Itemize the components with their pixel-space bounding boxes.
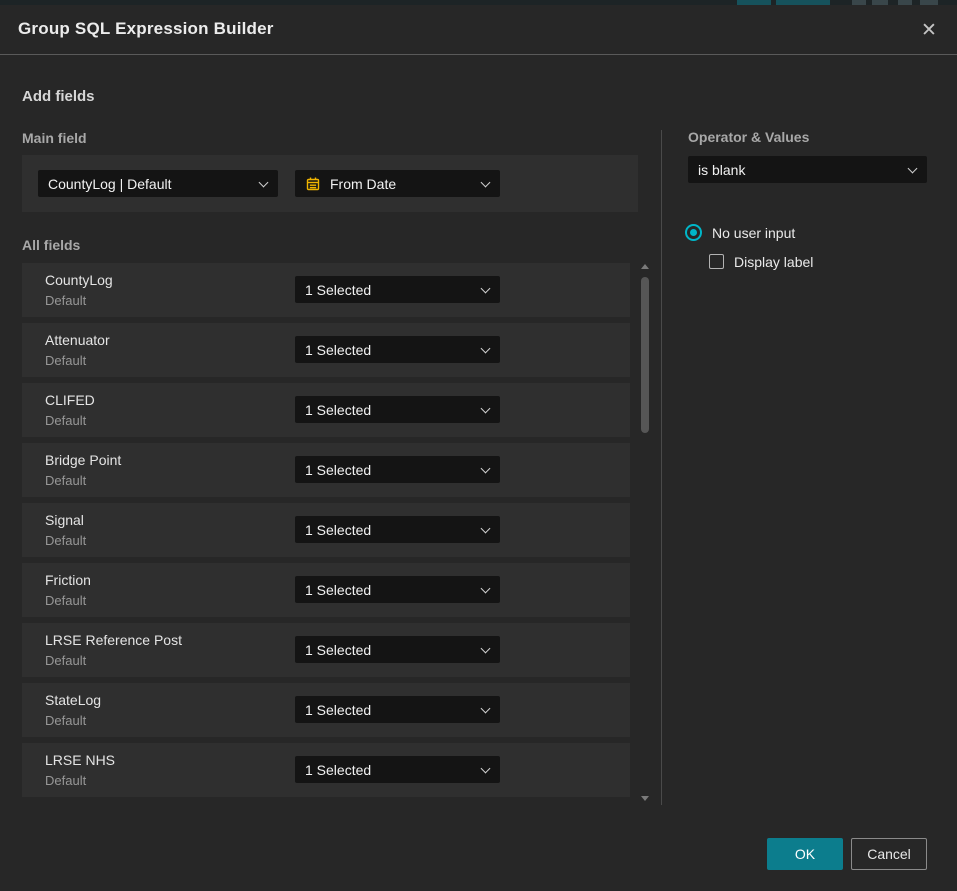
no-user-input-label: No user input (712, 225, 795, 241)
chevron-down-icon (481, 463, 491, 473)
main-field-source-value: CountyLog | Default (48, 176, 172, 192)
radio-selected-dot (690, 229, 697, 236)
field-selected-dropdown[interactable]: 1 Selected (295, 276, 500, 303)
field-name: Signal (45, 512, 84, 528)
field-name: LRSE Reference Post (45, 632, 182, 648)
scrollbar-down-arrow-icon[interactable] (641, 796, 649, 801)
field-row-statelog[interactable]: StateLog Default 1 Selected (22, 683, 630, 737)
field-sub: Default (45, 533, 86, 548)
field-sub: Default (45, 293, 86, 308)
field-sub: Default (45, 413, 86, 428)
field-sub: Default (45, 653, 86, 668)
main-field-field-select[interactable]: From Date (295, 170, 500, 197)
chevron-down-icon (481, 403, 491, 413)
main-field-panel: CountyLog | Default From Date (22, 155, 638, 212)
display-label-checkbox[interactable] (709, 254, 724, 269)
field-name: LRSE NHS (45, 752, 115, 768)
field-name: StateLog (45, 692, 101, 708)
dialog-titlebar: Group SQL Expression Builder ✕ (0, 5, 957, 55)
field-name: CLIFED (45, 392, 95, 408)
field-sub: Default (45, 353, 86, 368)
field-sub: Default (45, 473, 86, 488)
no-user-input-radio[interactable] (685, 224, 702, 241)
field-selected-dropdown[interactable]: 1 Selected (295, 336, 500, 363)
selected-count: 1 Selected (305, 762, 371, 778)
scrollbar-up-arrow-icon[interactable] (641, 264, 649, 269)
operator-value: is blank (698, 162, 745, 178)
chevron-down-icon (481, 583, 491, 593)
screen: Group SQL Expression Builder ✕ Add field… (0, 0, 957, 891)
chevron-down-icon (481, 523, 491, 533)
field-row-lrse-reference-post[interactable]: LRSE Reference Post Default 1 Selected (22, 623, 630, 677)
group-sql-expression-builder-dialog: Group SQL Expression Builder ✕ Add field… (0, 5, 957, 891)
field-row-bridge-point[interactable]: Bridge Point Default 1 Selected (22, 443, 630, 497)
cancel-button[interactable]: Cancel (851, 838, 927, 870)
field-selected-dropdown[interactable]: 1 Selected (295, 456, 500, 483)
chevron-down-icon (481, 703, 491, 713)
field-sub: Default (45, 713, 86, 728)
field-sub: Default (45, 773, 86, 788)
operator-values-heading: Operator & Values (688, 129, 809, 145)
field-selected-dropdown[interactable]: 1 Selected (295, 516, 500, 543)
field-row-signal[interactable]: Signal Default 1 Selected (22, 503, 630, 557)
display-label-text: Display label (734, 254, 813, 270)
chevron-down-icon (481, 643, 491, 653)
selected-count: 1 Selected (305, 702, 371, 718)
operator-select[interactable]: is blank (688, 156, 927, 183)
field-selected-dropdown[interactable]: 1 Selected (295, 396, 500, 423)
chevron-down-icon (481, 343, 491, 353)
all-fields-label: All fields (22, 237, 80, 253)
chevron-down-icon (259, 177, 269, 187)
field-name: Friction (45, 572, 91, 588)
field-selected-dropdown[interactable]: 1 Selected (295, 696, 500, 723)
dialog-title: Group SQL Expression Builder (18, 19, 274, 39)
selected-count: 1 Selected (305, 642, 371, 658)
selected-count: 1 Selected (305, 342, 371, 358)
selected-count: 1 Selected (305, 282, 371, 298)
field-row-clifed[interactable]: CLIFED Default 1 Selected (22, 383, 630, 437)
selected-count: 1 Selected (305, 402, 371, 418)
field-sub: Default (45, 593, 86, 608)
scrollbar-thumb[interactable] (641, 277, 649, 433)
field-name: Bridge Point (45, 452, 121, 468)
field-row-friction[interactable]: Friction Default 1 Selected (22, 563, 630, 617)
panel-divider (661, 130, 662, 805)
field-selected-dropdown[interactable]: 1 Selected (295, 636, 500, 663)
chevron-down-icon (481, 283, 491, 293)
field-row-lrse-nhs[interactable]: LRSE NHS Default 1 Selected (22, 743, 630, 797)
field-selected-dropdown[interactable]: 1 Selected (295, 756, 500, 783)
selected-count: 1 Selected (305, 462, 371, 478)
main-field-source-select[interactable]: CountyLog | Default (38, 170, 278, 197)
selected-count: 1 Selected (305, 522, 371, 538)
calendar-icon (305, 176, 321, 192)
field-row-countylog[interactable]: CountyLog Default 1 Selected (22, 263, 630, 317)
field-name: CountyLog (45, 272, 113, 288)
chevron-down-icon (481, 177, 491, 187)
chevron-down-icon (481, 763, 491, 773)
selected-count: 1 Selected (305, 582, 371, 598)
add-fields-heading: Add fields (22, 88, 95, 105)
main-field-field-value: From Date (330, 176, 396, 192)
ok-button[interactable]: OK (767, 838, 843, 870)
chevron-down-icon (908, 163, 918, 173)
close-icon[interactable]: ✕ (915, 16, 943, 44)
main-field-label: Main field (22, 130, 87, 146)
field-name: Attenuator (45, 332, 110, 348)
field-row-attenuator[interactable]: Attenuator Default 1 Selected (22, 323, 630, 377)
field-selected-dropdown[interactable]: 1 Selected (295, 576, 500, 603)
